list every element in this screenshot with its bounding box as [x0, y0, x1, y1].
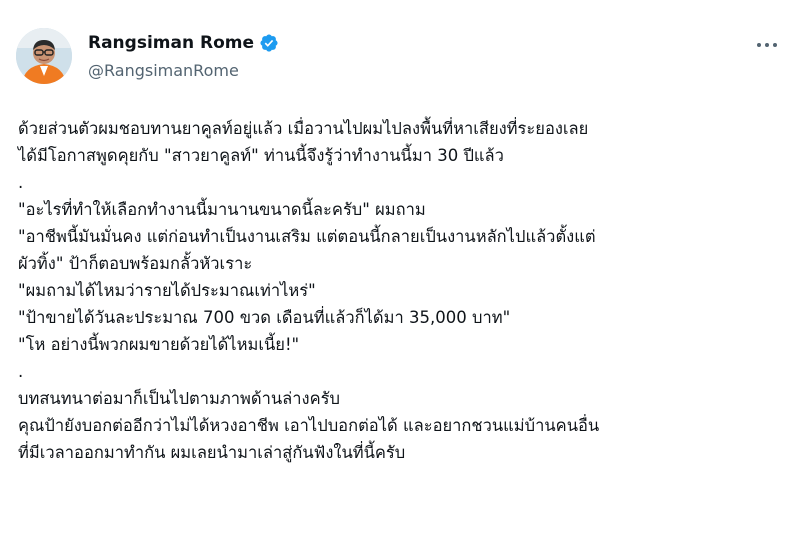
post-line: ด้วยส่วนตัวผมชอบทานยาคูลท์อยู่แล้ว เมื่อ… — [18, 119, 589, 138]
post-line: . — [18, 362, 24, 381]
avatar[interactable] — [16, 28, 72, 84]
post-header: Rangsiman Rome @RangsimanRome — [0, 0, 800, 100]
more-dot — [773, 43, 777, 47]
author-handle[interactable]: @RangsimanRome — [88, 61, 239, 80]
post-line: คุณป้ายังบอกต่ออีกว่าไม่ได้หวงอาชีพ เอาไ… — [18, 416, 600, 435]
post-line: บทสนทนาต่อมาก็เป็นไปตามภาพด้านล่างครับ — [18, 389, 340, 408]
more-dot — [757, 43, 761, 47]
post-line: "อะไรที่ทำให้เลือกทำงานนี้มานานขนาดนี้ละ… — [18, 200, 426, 219]
post-text: ด้วยส่วนตัวผมชอบทานยาคูลท์อยู่แล้ว เมื่อ… — [18, 115, 788, 466]
author-name[interactable]: Rangsiman Rome — [88, 33, 254, 53]
post-line: ผัวทิ้ง" ป้าก็ตอบพร้อมกลั้วหัวเราะ — [18, 254, 253, 273]
more-options-icon[interactable] — [752, 38, 782, 52]
post-line: ที่มีเวลาออกมาทำกัน ผมเลยนำมาเล่าสู่กันฟ… — [18, 443, 406, 462]
post-line: . — [18, 173, 24, 192]
verified-badge-icon — [260, 34, 278, 52]
post-line: "อาชีพนี้มันมั่นคง แต่ก่อนทำเป็นงานเสริม… — [18, 227, 596, 246]
post-line: "ป้าขายได้วันละประมาณ 700 ขวด เดือนที่แล… — [18, 308, 511, 327]
post-line: ได้มีโอกาสพูดคุยกับ "สาวยาคูลท์" ท่านนี้… — [18, 146, 504, 165]
avatar-image — [16, 28, 72, 84]
more-dot — [765, 43, 769, 47]
post-line: "ผมถามได้ไหมว่ารายได้ประมาณเท่าไหร่" — [18, 281, 316, 300]
post-line: "โห อย่างนี้พวกผมขายด้วยได้ไหมเนี้ย!" — [18, 335, 300, 354]
author-name-row: Rangsiman Rome — [88, 33, 279, 53]
